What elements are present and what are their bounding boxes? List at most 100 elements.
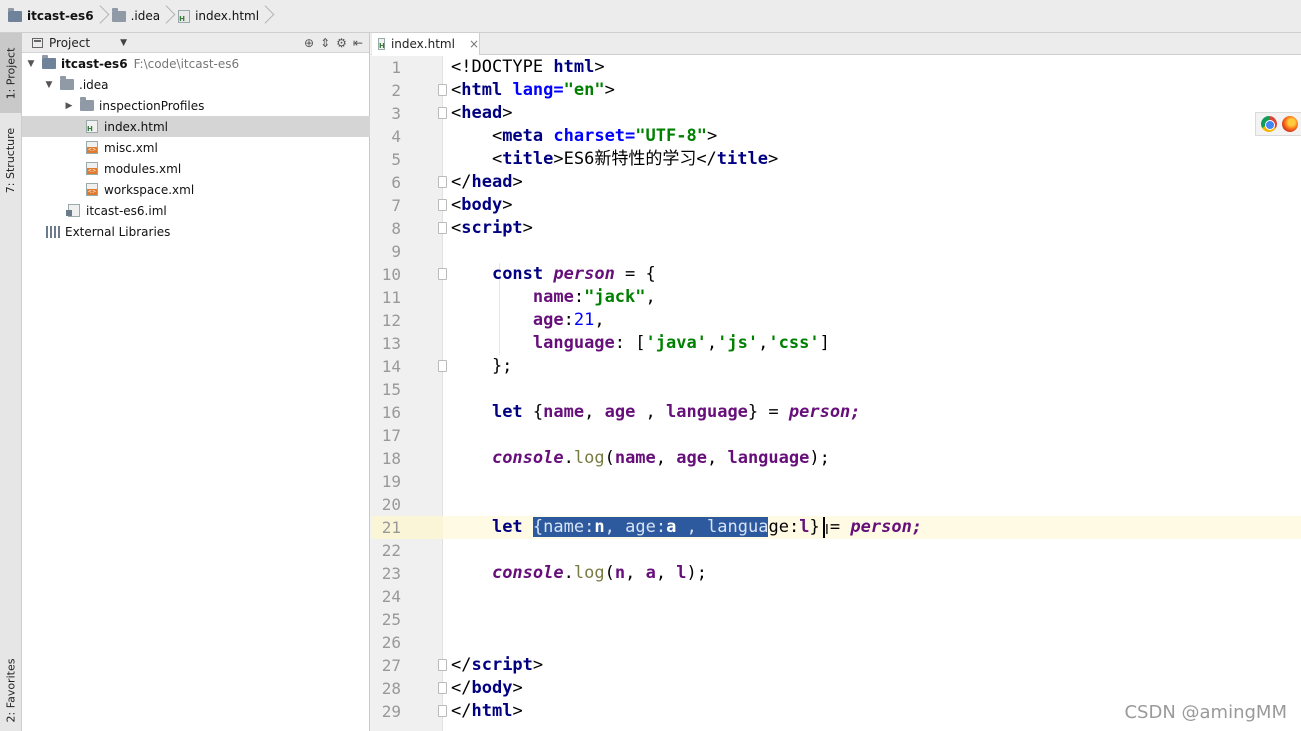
- fold-marker-icon[interactable]: [438, 84, 447, 96]
- tree-item-iml-file[interactable]: itcast-es6.iml: [22, 200, 370, 221]
- code-text: <title>ES6新特性的学习</title>: [451, 149, 779, 169]
- tree-item-project-root[interactable]: ▼ itcast-es6 F:\code\itcast-es6: [22, 53, 370, 74]
- tree-item-label: itcast-es6.iml: [86, 203, 167, 218]
- code-editor: index.html × 1 <!DOCTYPE html> 2 <html l…: [371, 33, 1301, 731]
- locate-icon[interactable]: ⊕: [304, 36, 314, 50]
- code-line: 8 <script>: [371, 217, 1301, 240]
- tree-item-workspace-xml[interactable]: workspace.xml: [22, 179, 370, 200]
- tree-item-idea-folder[interactable]: ▼ .idea: [22, 74, 370, 95]
- line-number: 1: [391, 58, 401, 77]
- chrome-browser-icon[interactable]: [1261, 116, 1277, 132]
- tree-item-external-libraries[interactable]: External Libraries: [22, 221, 370, 242]
- code-line: 18 console.log(name, age, language);: [371, 447, 1301, 470]
- editor-tab-bar: index.html ×: [371, 33, 1301, 55]
- breadcrumb-separator: [263, 5, 273, 27]
- xml-file-icon: [86, 183, 98, 196]
- html-file-icon: [178, 9, 191, 23]
- code-text: const person = {: [491, 264, 656, 284]
- code-text: console.log(n, a, l);: [491, 563, 708, 583]
- code-line: 26: [371, 631, 1301, 654]
- breadcrumb-project[interactable]: itcast-es6: [8, 5, 94, 27]
- code-text: let {name, age , language} = person;: [491, 402, 861, 422]
- code-text: <script>: [451, 218, 533, 238]
- fold-marker-icon[interactable]: [438, 222, 447, 234]
- line-number: 15: [381, 380, 401, 399]
- chevron-down-icon[interactable]: ▼: [44, 80, 54, 90]
- project-panel-title: Project: [49, 35, 91, 50]
- tree-item-inspection-profiles[interactable]: ▶ inspectionProfiles: [22, 95, 370, 116]
- code-text: <body>: [451, 195, 513, 215]
- line-number: 5: [391, 150, 401, 169]
- breadcrumb-file-label: index.html: [195, 9, 260, 23]
- fold-marker-icon[interactable]: [438, 705, 447, 717]
- tree-item-label: modules.xml: [104, 161, 182, 176]
- project-panel-header[interactable]: Project ▼ ⊕ ⇕ ⚙ ⇤: [22, 33, 369, 53]
- fold-marker-icon[interactable]: [438, 682, 447, 694]
- xml-file-icon: [86, 141, 98, 154]
- editor-lines[interactable]: 1 <!DOCTYPE html> 2 <html lang="en"> 3 <…: [371, 56, 1301, 731]
- tool-tab-structure[interactable]: 7: Structure: [0, 115, 22, 205]
- line-number: 13: [381, 334, 401, 353]
- module-file-icon: [66, 204, 80, 217]
- tool-tab-project[interactable]: 1: Project: [0, 33, 22, 113]
- close-icon[interactable]: ×: [469, 37, 479, 51]
- editor-tab-index-html[interactable]: index.html ×: [372, 33, 480, 55]
- code-text: name:"jack",: [532, 287, 656, 307]
- folder-icon: [111, 7, 126, 22]
- breadcrumb-file[interactable]: index.html: [178, 5, 259, 27]
- fold-marker-icon[interactable]: [438, 659, 447, 671]
- tool-tab-favorites[interactable]: 2: Favorites: [0, 648, 22, 731]
- code-text: </html>: [451, 701, 523, 721]
- fold-marker-icon[interactable]: [438, 107, 447, 119]
- breadcrumb-folder[interactable]: .idea: [111, 5, 160, 27]
- line-number: 16: [381, 403, 401, 422]
- code-line: 3 <head>: [371, 102, 1301, 125]
- text-selection: {name:n, age:a , langua: [532, 517, 769, 537]
- line-number: 21: [381, 518, 401, 537]
- tree-item-label: misc.xml: [104, 140, 158, 155]
- breadcrumb-separator: [98, 5, 108, 27]
- line-number: 20: [381, 495, 401, 514]
- code-line: 6 </head>: [371, 171, 1301, 194]
- library-icon: [46, 225, 60, 238]
- project-view-icon: [32, 37, 43, 48]
- code-line: 22: [371, 539, 1301, 562]
- tree-item-label: index.html: [104, 119, 168, 134]
- chevron-down-icon[interactable]: ▼: [26, 59, 36, 69]
- fold-marker-icon[interactable]: [438, 176, 447, 188]
- tree-item-path: F:\code\itcast-es6: [133, 56, 240, 71]
- code-text: </head>: [451, 172, 523, 192]
- gear-icon[interactable]: ⚙: [336, 36, 347, 50]
- tree-item-index-html[interactable]: index.html: [22, 116, 370, 137]
- collapse-all-icon[interactable]: ⇕: [320, 36, 330, 50]
- xml-file-icon: [86, 162, 98, 175]
- chevron-down-icon[interactable]: ▼: [120, 38, 127, 48]
- code-line: 4 <meta charset="UTF-8">: [371, 125, 1301, 148]
- code-line: 19: [371, 470, 1301, 493]
- firefox-browser-icon[interactable]: [1282, 116, 1298, 132]
- line-number: 18: [381, 449, 401, 468]
- code-line: 20: [371, 493, 1301, 516]
- chevron-right-icon[interactable]: ▶: [64, 101, 74, 111]
- tree-item-misc-xml[interactable]: misc.xml: [22, 137, 370, 158]
- watermark: CSDN @amingMM: [1124, 702, 1287, 723]
- hide-panel-icon[interactable]: ⇤: [353, 36, 363, 50]
- line-number: 9: [391, 242, 401, 261]
- line-number: 27: [381, 656, 401, 675]
- line-number: 14: [381, 357, 401, 376]
- line-number: 29: [381, 702, 401, 721]
- code-line: 27 </script>: [371, 654, 1301, 677]
- line-number: 8: [391, 219, 401, 238]
- line-number: 11: [381, 288, 401, 307]
- editor-tab-label: index.html: [390, 37, 455, 51]
- fold-marker-icon[interactable]: [438, 360, 447, 372]
- fold-marker-icon[interactable]: [438, 268, 447, 280]
- code-line: 12 age:21,: [371, 309, 1301, 332]
- tree-item-modules-xml[interactable]: modules.xml: [22, 158, 370, 179]
- code-line: 14 };: [371, 355, 1301, 378]
- open-in-browser-popup: [1255, 112, 1301, 136]
- code-line: 10 const person = {: [371, 263, 1301, 286]
- code-text: console.log(name, age, language);: [491, 448, 830, 468]
- tree-item-label: inspectionProfiles: [99, 98, 205, 113]
- fold-marker-icon[interactable]: [438, 199, 447, 211]
